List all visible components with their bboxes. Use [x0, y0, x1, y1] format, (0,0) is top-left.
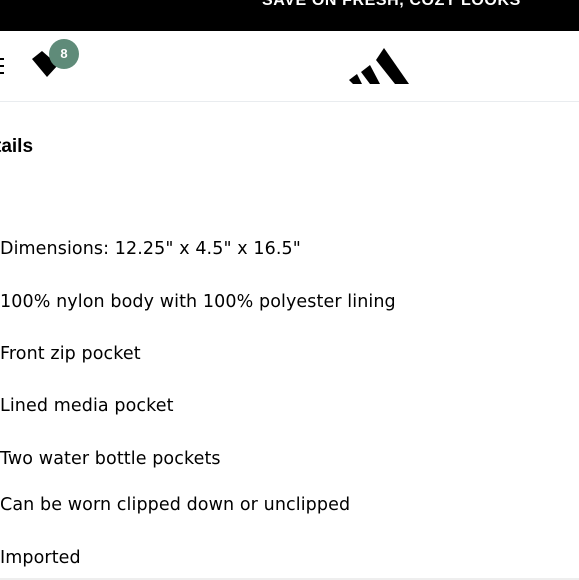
list-item: Lined media pocket: [0, 396, 174, 416]
list-item: Two water bottle pockets: [0, 449, 221, 469]
promo-text[interactable]: SAVE ON FRESH, COZY LOOKS: [262, 0, 521, 10]
adidas-logo-icon[interactable]: [347, 46, 411, 86]
promo-bar[interactable]: SAVE ON FRESH, COZY LOOKS: [0, 0, 579, 31]
list-item: Front zip pocket: [0, 344, 141, 364]
menu-icon[interactable]: [0, 57, 4, 75]
site-header: 8: [0, 31, 579, 102]
list-item: Dimensions: 12.25" x 4.5" x 16.5": [0, 239, 301, 259]
wishlist-button[interactable]: 8: [30, 39, 84, 85]
list-item: 100% nylon body with 100% polyester lini…: [0, 292, 396, 312]
wishlist-count-badge: 8: [49, 39, 79, 69]
list-item: Can be worn clipped down or unclipped: [0, 495, 351, 515]
list-item: Imported: [0, 548, 81, 568]
section-title: tails: [0, 136, 34, 157]
